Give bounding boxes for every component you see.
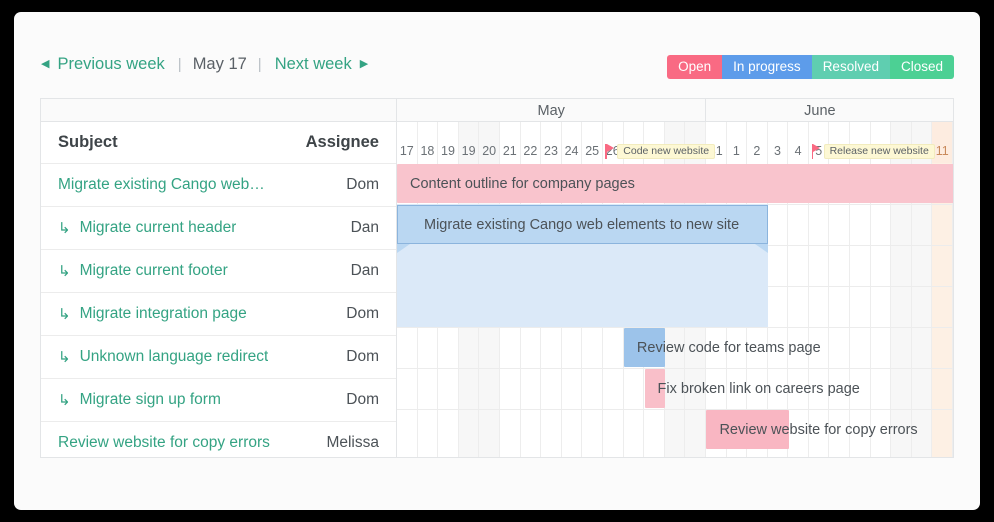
task-assignee: Dan <box>341 219 379 237</box>
timeline-column: MayJune 17181919202122232425262728293031… <box>397 99 953 457</box>
flag-icon <box>605 144 614 159</box>
task-assignee: Dom <box>336 348 379 366</box>
nav-separator-left: | <box>178 57 182 72</box>
task-bars-layer: Content outline for company pages Migrate… <box>397 163 953 457</box>
task-list-header: Subject Assignee <box>41 122 396 163</box>
day-header-cell: 20 <box>479 122 500 163</box>
day-header-cell: 18 <box>418 122 439 163</box>
day-header-cell: 22 <box>521 122 542 163</box>
subtask-arrow-icon: ↳ <box>58 348 71 366</box>
task-subject-link[interactable]: Unknown language redirect <box>80 348 269 366</box>
day-header-cell: 21 <box>500 122 521 163</box>
day-header-cell: 19 <box>438 122 459 163</box>
current-week-label: May 17 <box>193 56 247 73</box>
milestone-label: Code new website <box>617 144 715 159</box>
day-header-cell: 23 <box>541 122 562 163</box>
subtask-arrow-icon: ↳ <box>58 219 71 237</box>
day-header-cell: 1 <box>727 122 748 163</box>
day-header-cell: 2 <box>747 122 768 163</box>
next-week-link[interactable]: Next week <box>275 56 352 73</box>
task-assignee: Melissa <box>316 434 379 452</box>
day-header-cell: 25 <box>582 122 603 163</box>
task-row[interactable]: ↳ Unknown language redirect Dom <box>41 335 396 378</box>
subtask-arrow-icon: ↳ <box>58 391 71 409</box>
task-row[interactable]: ↳ Migrate current header Dan <box>41 206 396 249</box>
status-chip-open[interactable]: Open <box>667 55 722 79</box>
status-chip-in-progress[interactable]: In progress <box>722 55 812 79</box>
task-bar[interactable]: Fix broken link on careers page <box>645 369 945 408</box>
toolbar: ◀ Previous week | May 17 | Next week ▶ O… <box>14 12 980 84</box>
week-navigation: ◀ Previous week | May 17 | Next week ▶ <box>41 56 368 73</box>
day-header-cell: 19 <box>459 122 480 163</box>
task-bar-label: Fix broken link on careers page <box>645 381 860 397</box>
task-subject-link[interactable]: Migrate integration page <box>80 305 247 323</box>
task-subject-link[interactable]: Migrate current header <box>80 219 237 237</box>
task-row[interactable]: Review website for copy errors Melissa <box>41 421 396 464</box>
timeline-months-row: MayJune <box>397 99 953 122</box>
task-row[interactable]: ↳ Migrate current footer Dan <box>41 249 396 292</box>
summary-bar-left-skirt <box>397 244 410 253</box>
task-bar[interactable]: Review website for copy errors <box>706 410 953 449</box>
column-header-subject: Subject <box>58 133 118 152</box>
next-week-arrow-icon[interactable]: ▶ <box>360 59 368 70</box>
milestone-flag[interactable]: Code new website <box>605 143 715 159</box>
task-bar[interactable]: Content outline for company pages <box>397 164 953 203</box>
summary-task-bar[interactable]: Migrate existing Cango web elements to n… <box>397 205 768 244</box>
day-header-cell: 17 <box>397 122 418 163</box>
task-subject-link[interactable]: Review website for copy errors <box>58 434 270 452</box>
task-subject-link[interactable]: Migrate sign up form <box>80 391 221 409</box>
task-row[interactable]: Migrate existing Cango web… Dom <box>41 163 396 206</box>
day-header-cell: 3 <box>768 122 789 163</box>
task-list-corner-spacer <box>41 99 396 122</box>
status-chip-closed[interactable]: Closed <box>890 55 954 79</box>
day-header-cell: 4 <box>788 122 809 163</box>
task-row[interactable]: ↳ Migrate integration page Dom <box>41 292 396 335</box>
task-bar-label: Review code for teams page <box>624 340 821 356</box>
gantt-app-window: ◀ Previous week | May 17 | Next week ▶ O… <box>14 12 980 510</box>
subtask-arrow-icon: ↳ <box>58 305 71 323</box>
month-label-june: June <box>706 99 933 122</box>
subtask-arrow-icon: ↳ <box>58 262 71 280</box>
task-list-column: Subject Assignee Migrate existing Cango … <box>41 99 397 457</box>
task-assignee: Dom <box>336 391 379 409</box>
previous-week-arrow-icon[interactable]: ◀ <box>41 59 49 70</box>
task-list-body: Migrate existing Cango web… Dom ↳ Migrate c… <box>41 163 396 464</box>
task-subject-link[interactable]: Migrate existing Cango web… <box>58 176 265 194</box>
status-legend: OpenIn progressResolvedClosed <box>667 55 954 79</box>
milestone-label: Release new website <box>824 144 935 159</box>
summary-bar-right-skirt <box>755 244 768 253</box>
task-bar[interactable]: Review code for teams page <box>624 328 924 367</box>
task-subject-link[interactable]: Migrate current footer <box>80 262 228 280</box>
milestone-flag[interactable]: Release new website <box>812 143 935 159</box>
day-header-cell: 24 <box>562 122 583 163</box>
task-bar-label: Migrate existing Cango web elements to n… <box>398 217 739 233</box>
task-assignee: Dan <box>341 262 379 280</box>
task-assignee: Dom <box>336 176 379 194</box>
day-header-cell: 11 <box>932 122 953 163</box>
gantt-table: Subject Assignee Migrate existing Cango … <box>40 98 954 458</box>
previous-week-link[interactable]: Previous week <box>57 56 164 73</box>
nav-separator-right: | <box>258 57 262 72</box>
column-header-assignee: Assignee <box>306 133 379 152</box>
task-bar-label: Content outline for company pages <box>397 176 635 192</box>
task-row[interactable]: ↳ Migrate sign up form Dom <box>41 378 396 421</box>
task-assignee: Dom <box>336 305 379 323</box>
flag-icon <box>812 144 821 159</box>
month-label-may: May <box>397 99 706 122</box>
task-bar-label: Review website for copy errors <box>706 422 917 438</box>
status-chip-resolved[interactable]: Resolved <box>812 55 890 79</box>
